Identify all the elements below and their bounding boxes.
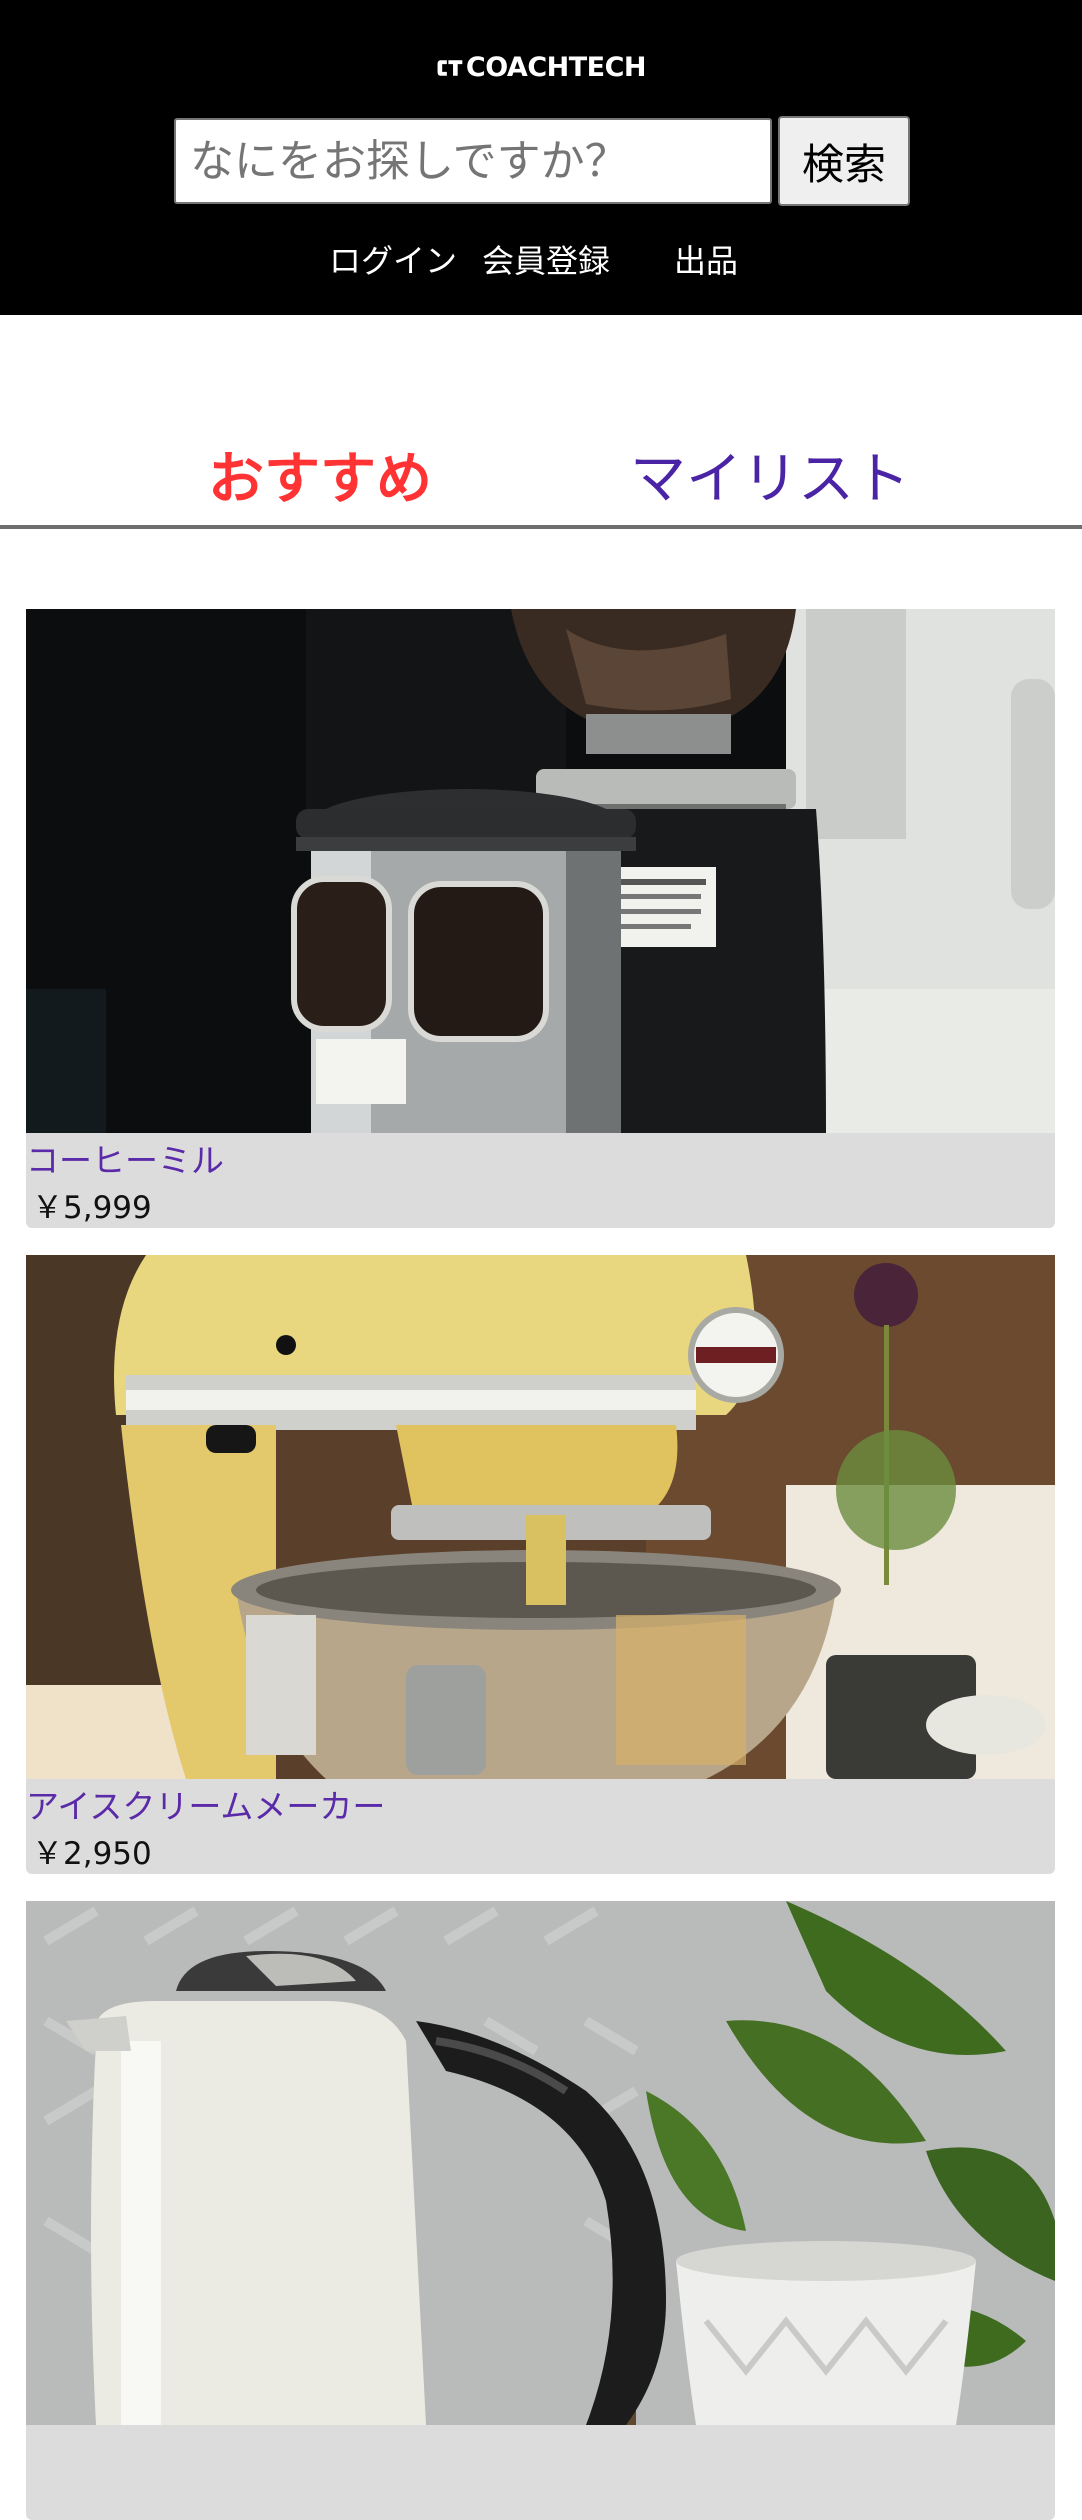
- product-price: ￥2,950: [32, 1836, 152, 1872]
- coachtech-logo[interactable]: COACHTECH: [436, 52, 647, 83]
- product-card[interactable]: [26, 1901, 1055, 2520]
- nav-register-link[interactable]: 会員登録: [482, 241, 610, 281]
- product-name[interactable]: アイスクリームメーカー: [26, 1785, 385, 1829]
- search-input[interactable]: [174, 118, 772, 204]
- product-price: ￥5,999: [32, 1190, 152, 1226]
- product-card[interactable]: コーヒーミル ￥5,999: [26, 609, 1055, 1228]
- tab-mylist[interactable]: マイリスト: [630, 448, 910, 512]
- product-image-coffee-grinder[interactable]: [26, 609, 1055, 1133]
- product-card[interactable]: アイスクリームメーカー ￥2,950: [26, 1255, 1055, 1874]
- search-button[interactable]: 検索: [778, 116, 910, 206]
- ct-logo-icon: [437, 60, 463, 76]
- site-header: COACHTECH 検索 ログイン 会員登録 出品: [0, 0, 1082, 315]
- logo-text: COACHTECH: [465, 52, 647, 83]
- tab-recommend[interactable]: おすすめ: [208, 448, 432, 512]
- tab-divider: [0, 525, 1082, 529]
- product-name[interactable]: コーヒーミル: [26, 1139, 224, 1183]
- nav-sell-link[interactable]: 出品: [674, 241, 738, 281]
- product-image-electric-kettle[interactable]: [26, 1901, 1055, 2425]
- product-image-stand-mixer[interactable]: [26, 1255, 1055, 1779]
- nav-login-link[interactable]: ログイン: [329, 241, 457, 281]
